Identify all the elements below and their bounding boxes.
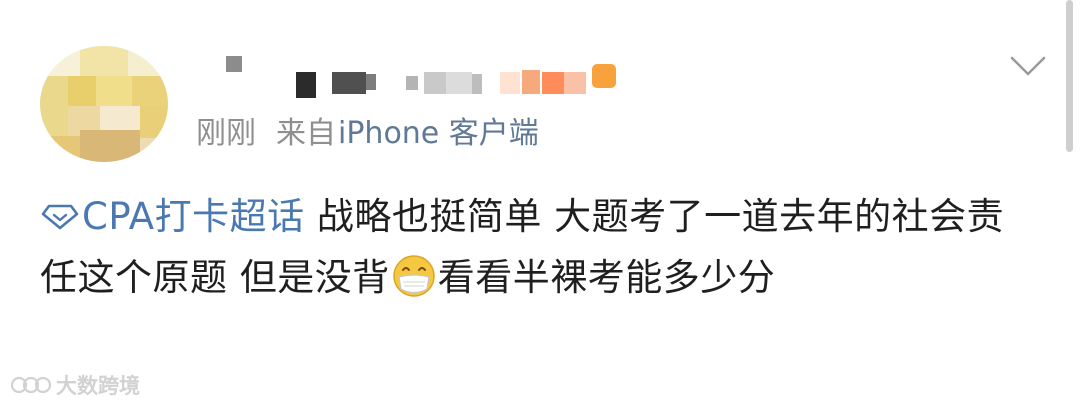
post-time: 刚刚: [196, 116, 256, 151]
post-meta: 刚刚 来自 iPhone 客户端: [196, 108, 539, 152]
post-header: 刚刚 来自 iPhone 客户端: [0, 0, 1080, 170]
source-client[interactable]: iPhone 客户端: [338, 108, 539, 152]
source-prefix: 来自: [276, 116, 336, 151]
watermark-logo-icon: [10, 376, 52, 394]
chevron-down-icon: [1010, 56, 1046, 76]
more-options-button[interactable]: [1008, 48, 1048, 84]
watermark: 大数跨境: [10, 372, 140, 398]
avatar[interactable]: [40, 46, 168, 162]
diamond-topic-icon: [41, 204, 79, 230]
topic-label: CPA打卡超话: [82, 195, 305, 238]
post-text: CPA打卡超话 战略也挺简单 大题考了一道去年的社会责任这个原题 但是没背 看看半…: [40, 186, 1030, 308]
username[interactable]: [210, 52, 620, 98]
post-text-part2: 看看半裸考能多少分: [437, 256, 776, 299]
topic-link[interactable]: CPA打卡超话: [40, 195, 305, 238]
member-badge-icon: [592, 64, 616, 88]
mask-face-emoji-icon: [393, 255, 435, 297]
watermark-text: 大数跨境: [56, 374, 140, 398]
scrollbar-thumb[interactable]: [1066, 0, 1073, 152]
